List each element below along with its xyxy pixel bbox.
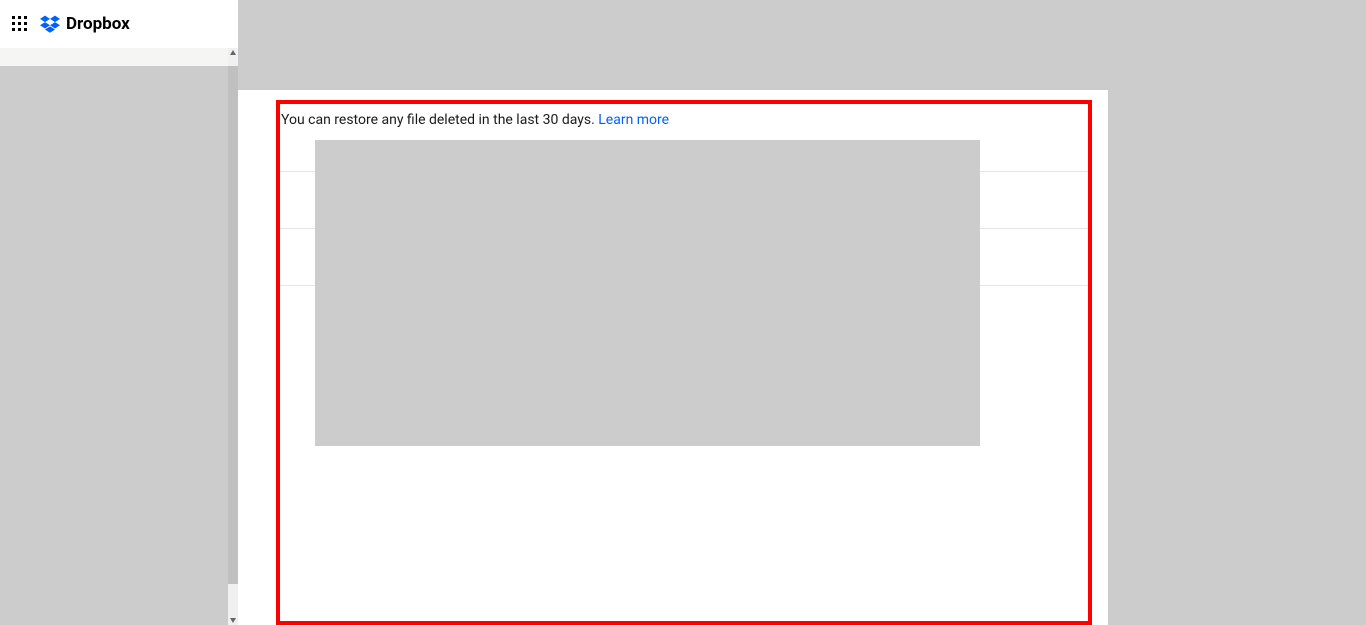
content-placeholder <box>315 140 980 446</box>
dropbox-icon <box>40 15 60 33</box>
scroll-up-icon[interactable] <box>230 50 236 55</box>
app-menu-icon[interactable] <box>12 16 28 32</box>
sidebar-strip <box>0 48 228 66</box>
scroll-down-icon[interactable] <box>230 618 236 623</box>
brand-name: Dropbox <box>66 14 130 34</box>
scrollbar-thumb[interactable] <box>228 66 238 584</box>
learn-more-link[interactable]: Learn more <box>598 112 669 128</box>
restore-message: You can restore any file deleted in the … <box>281 112 669 128</box>
sidebar-placeholder <box>0 66 228 625</box>
top-bar: Dropbox <box>0 0 238 48</box>
restore-text: You can restore any file deleted in the … <box>281 112 598 128</box>
dropbox-logo[interactable]: Dropbox <box>40 14 130 34</box>
sidebar-scrollbar[interactable] <box>228 48 238 625</box>
